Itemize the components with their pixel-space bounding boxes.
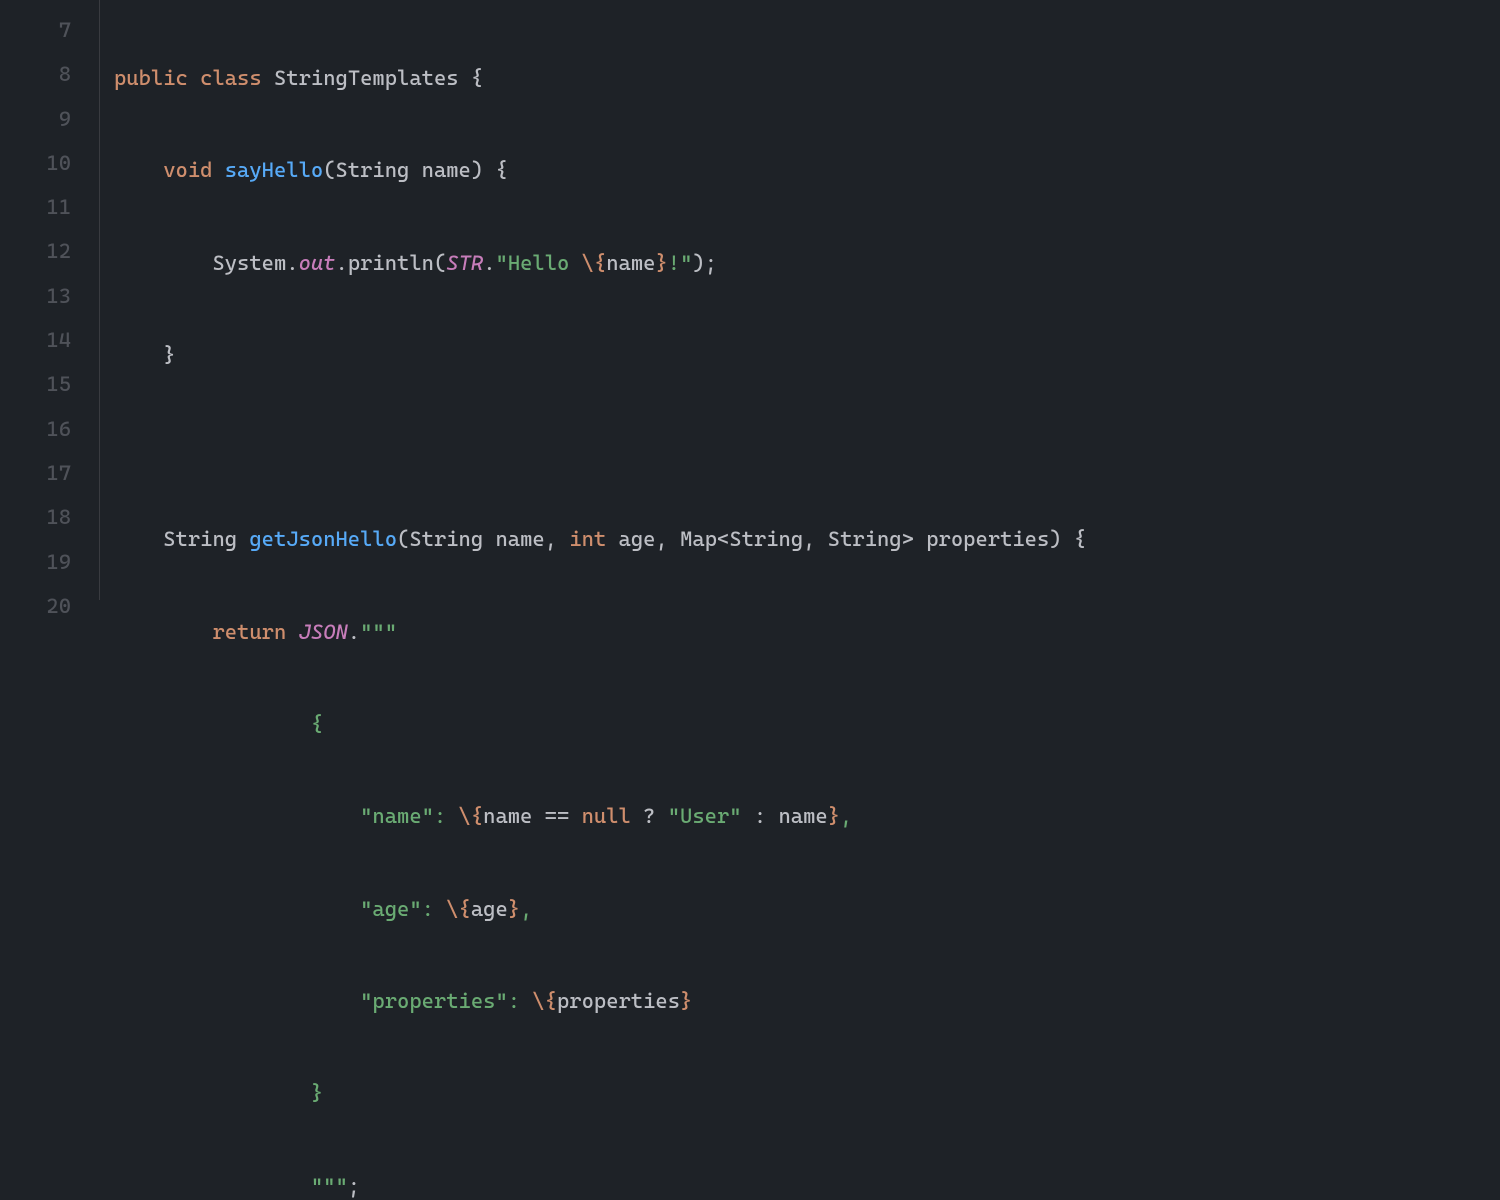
line-number: 17 xyxy=(0,451,99,495)
line-number: 16 xyxy=(0,407,99,451)
line-number: 12 xyxy=(0,229,99,273)
code-line: return JSON.""" xyxy=(114,610,1500,654)
code-line: } xyxy=(114,333,1500,377)
code-line: System.out.println(STR."Hello \{name}!")… xyxy=(114,241,1500,285)
code-line: "name": \{name == null ? "User" : name}, xyxy=(114,794,1500,838)
code-line: void sayHello(String name) { xyxy=(114,148,1500,192)
code-line: { xyxy=(114,702,1500,746)
code-line: "properties": \{properties} xyxy=(114,979,1500,1023)
line-number: 9 xyxy=(0,97,99,141)
line-number: 8 xyxy=(0,52,99,96)
code-editor[interactable]: public class StringTemplates { void sayH… xyxy=(100,0,1500,600)
line-number: 18 xyxy=(0,495,99,539)
line-number: 11 xyxy=(0,185,99,229)
line-number: 7 xyxy=(0,8,99,52)
line-number: 19 xyxy=(0,540,99,584)
code-line: } xyxy=(114,1071,1500,1115)
line-number: 14 xyxy=(0,318,99,362)
code-line: public class StringTemplates { xyxy=(114,56,1500,100)
code-line xyxy=(114,425,1500,469)
gutter: 7 8 9 10 11 12 13 14 15 16 17 18 19 20 xyxy=(0,0,100,600)
line-number: 10 xyxy=(0,141,99,185)
code-line: "age": \{age}, xyxy=(114,887,1500,931)
code-line: String getJsonHello(String name, int age… xyxy=(114,517,1500,561)
code-line: """; xyxy=(114,1164,1500,1200)
line-number: 13 xyxy=(0,274,99,318)
line-number: 20 xyxy=(0,584,99,628)
line-number: 15 xyxy=(0,362,99,406)
